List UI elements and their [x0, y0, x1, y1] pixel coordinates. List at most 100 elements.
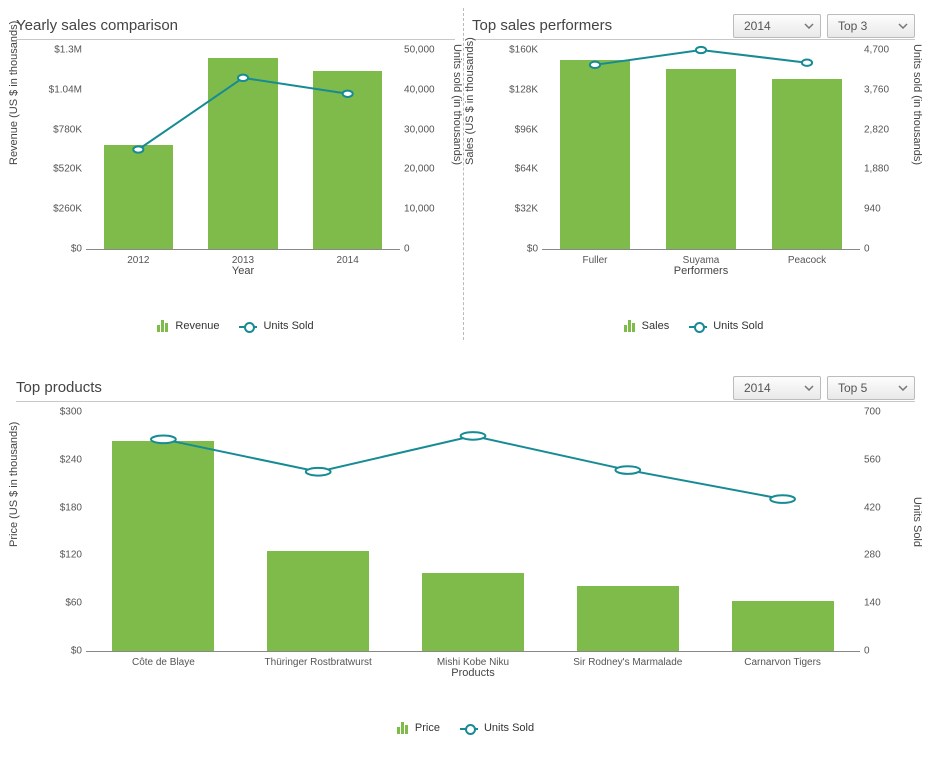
bar-slot: Sir Rodney's Marmalade: [550, 412, 705, 651]
chevron-down-icon: [898, 23, 908, 29]
legend: Price Units Sold: [16, 722, 915, 734]
chevron-down-icon: [804, 23, 814, 29]
y-tick-left: $120: [60, 550, 82, 561]
category-label: Côte de Blaye: [132, 657, 195, 668]
y-tick-left: $0: [71, 244, 82, 255]
legend-item-bar: Price: [397, 722, 440, 734]
y-tick-right: 0: [864, 646, 870, 657]
bars-container: FullerSuyamaPeacock: [542, 50, 860, 249]
topn-dropdown[interactable]: Top 3: [827, 14, 915, 38]
bar[interactable]: [313, 71, 382, 249]
dropdown-label: Top 3: [838, 19, 867, 33]
performers-panel: Top sales performers 2014 Top 3 Sales (U…: [464, 8, 923, 340]
y-tick-right: 0: [404, 244, 410, 255]
bar-chart-icon: [397, 722, 409, 734]
y-tick-left: $32K: [515, 204, 538, 215]
y-axis-label: Sales (US $ in thousands): [464, 37, 476, 165]
bar-slot: Mishi Kobe Niku: [396, 412, 551, 651]
category-label: 2012: [127, 255, 149, 266]
category-label: Fuller: [583, 255, 608, 266]
x-axis-label: Year: [232, 265, 254, 277]
legend: Revenue Units Sold: [16, 320, 455, 332]
legend-item-bar: Sales: [624, 320, 670, 332]
bar-slot: Thüringer Rostbratwurst: [241, 412, 396, 651]
panel-title: Top sales performers: [472, 17, 612, 34]
legend-label: Units Sold: [263, 320, 313, 332]
panel-header: Top products 2014 Top 5: [16, 374, 915, 402]
bar[interactable]: [560, 60, 630, 249]
bar[interactable]: [104, 145, 173, 249]
y-tick-right: 4,700: [864, 45, 889, 56]
panel-title: Yearly sales comparison: [16, 17, 178, 34]
legend-item-line: Units Sold: [689, 320, 763, 332]
y-tick-right: 700: [864, 407, 881, 418]
dropdown-label: 2014: [744, 381, 771, 395]
bar[interactable]: [772, 79, 842, 249]
panel-title: Top products: [16, 379, 102, 396]
bar[interactable]: [208, 58, 277, 249]
bar[interactable]: [112, 441, 214, 651]
y-tick-left: $64K: [515, 164, 538, 175]
y-tick-right: 420: [864, 502, 881, 513]
y-tick-left: $60: [65, 598, 82, 609]
year-dropdown[interactable]: 2014: [733, 376, 821, 400]
bar[interactable]: [577, 586, 679, 651]
bar[interactable]: [267, 551, 369, 651]
y-tick-left: $260K: [53, 204, 82, 215]
y2-axis-label: Units sold (in thousands): [911, 44, 923, 165]
y-tick-right: 140: [864, 598, 881, 609]
legend-item-bar: Revenue: [157, 320, 219, 332]
y-tick-left: $160K: [509, 45, 538, 56]
topn-dropdown[interactable]: Top 5: [827, 376, 915, 400]
legend-label: Revenue: [175, 320, 219, 332]
y-tick-left: $520K: [53, 164, 82, 175]
y-tick-left: $1.3M: [54, 45, 82, 56]
y-tick-right: 560: [864, 454, 881, 465]
y-tick-left: $0: [71, 646, 82, 657]
y-tick-right: 50,000: [404, 45, 435, 56]
category-label: Thüringer Rostbratwurst: [265, 657, 372, 668]
y-tick-right: 30,000: [404, 124, 435, 135]
y-tick-left: $1.04M: [49, 84, 82, 95]
y-tick-right: 0: [864, 244, 870, 255]
panel-header: Top sales performers 2014 Top 3: [472, 12, 915, 40]
chevron-down-icon: [898, 385, 908, 391]
y-tick-right: 3,760: [864, 84, 889, 95]
legend-item-line: Units Sold: [460, 722, 534, 734]
bar-slot: Carnarvon Tigers: [705, 412, 860, 651]
bar[interactable]: [732, 601, 834, 651]
y-tick-right: 2,820: [864, 124, 889, 135]
products-chart: Price (US $ in thousands) Units Sold Côt…: [16, 412, 915, 682]
category-label: 2014: [337, 255, 359, 266]
bar[interactable]: [666, 69, 736, 249]
legend-label: Sales: [642, 320, 670, 332]
yearly-chart: Revenue (US $ in thousands) Units sold (…: [16, 50, 455, 280]
y-tick-left: $300: [60, 407, 82, 418]
y-axis-label: Revenue (US $ in thousands): [8, 21, 20, 165]
plot-area: 201220132014 Year $0$260K$520K$780K$1.04…: [86, 50, 400, 250]
legend-label: Units Sold: [713, 320, 763, 332]
y2-axis-label: Units sold (in thousands): [451, 44, 463, 165]
products-panel: Top products 2014 Top 5 Price (US $ in t…: [8, 370, 923, 742]
y-tick-left: $780K: [53, 124, 82, 135]
category-label: Sir Rodney's Marmalade: [573, 657, 682, 668]
y-tick-right: 940: [864, 204, 881, 215]
line-marker-icon: [239, 321, 257, 331]
bar-slot: Suyama: [648, 50, 754, 249]
x-axis-label: Products: [451, 667, 494, 679]
y-tick-left: $240: [60, 454, 82, 465]
y2-axis-label: Units Sold: [911, 497, 923, 547]
bar-slot: 2012: [86, 50, 191, 249]
bar-chart-icon: [624, 320, 636, 332]
legend-label: Price: [415, 722, 440, 734]
plot-area: FullerSuyamaPeacock Performers $0$32K$64…: [542, 50, 860, 250]
year-dropdown[interactable]: 2014: [733, 14, 821, 38]
line-marker-icon: [689, 321, 707, 331]
y-tick-right: 20,000: [404, 164, 435, 175]
legend: Sales Units Sold: [472, 320, 915, 332]
bar-slot: Côte de Blaye: [86, 412, 241, 651]
dropdown-label: Top 5: [838, 381, 867, 395]
bar[interactable]: [422, 573, 524, 651]
chevron-down-icon: [804, 385, 814, 391]
legend-item-line: Units Sold: [239, 320, 313, 332]
